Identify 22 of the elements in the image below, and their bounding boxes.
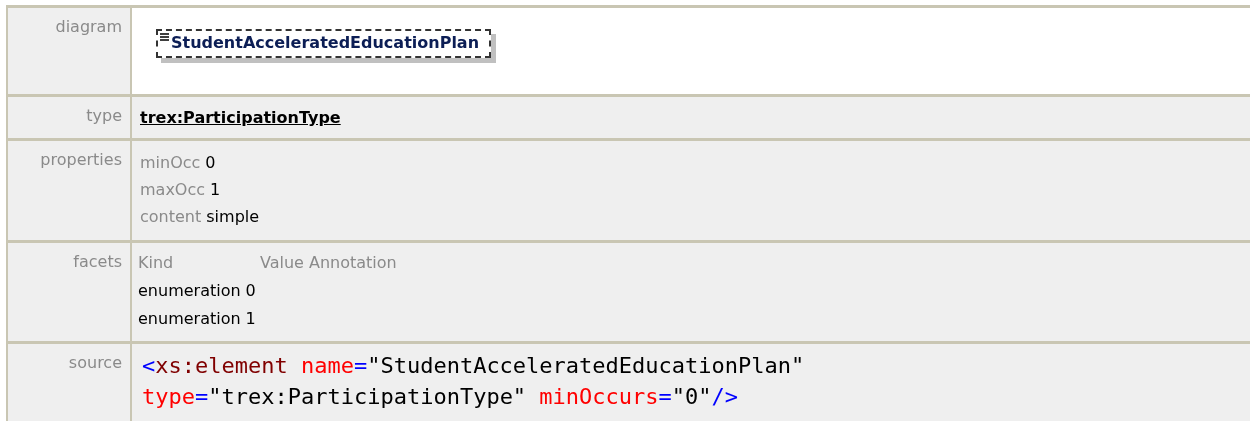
column-header: Value (260, 252, 304, 274)
code-line: type="trex:ParticipationType" minOccurs="0"/> (142, 383, 740, 411)
row-label: diagram (55, 17, 122, 36)
property-value: simple (206, 207, 260, 226)
property-name: content (140, 207, 202, 226)
property-value: 0 (205, 153, 216, 172)
type-link[interactable]: trex:ParticipationType (140, 108, 341, 127)
row-label: source (68, 353, 122, 372)
row-label: type (86, 106, 122, 125)
facet-value: 1 (245, 309, 256, 328)
row-label: facets (73, 252, 122, 271)
property-name: maxOcc (140, 180, 206, 199)
column-header: Annotation (308, 252, 397, 274)
property-name: minOcc (140, 153, 201, 172)
list-icon (160, 33, 169, 41)
column-header: Kind (138, 252, 175, 274)
facet-value: 0 (245, 281, 256, 300)
property-value: 1 (210, 180, 221, 199)
code-line: <xs:element name="StudentAcceleratedEducationPlan" (142, 352, 806, 380)
facet-kind: enumeration (138, 309, 241, 328)
facet-kind: enumeration (138, 281, 241, 300)
row-label: properties (40, 150, 122, 169)
